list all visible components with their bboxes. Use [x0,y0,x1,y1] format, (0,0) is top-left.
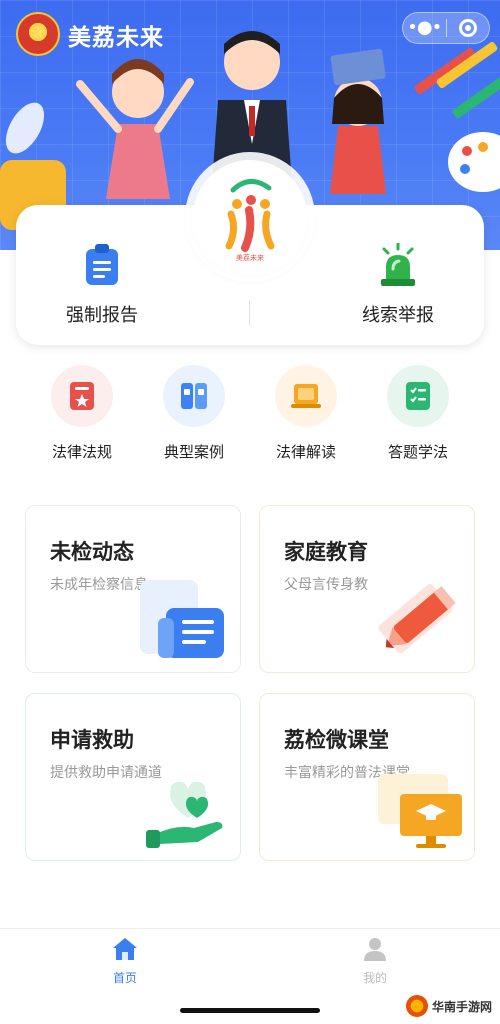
heart-hand-icon [146,781,223,848]
quick-link-label: 答题学法 [387,443,448,461]
tab-home-label: 首页 [112,971,137,985]
feather-decoration [0,96,52,160]
watermark-logo-icon [405,995,428,1017]
card-subtitle: 父母言传身教 [284,577,368,593]
home-icon [113,938,137,960]
pencil-icon [378,583,456,654]
logo-caption: 美荔未来 [236,253,264,262]
more-dots-icon[interactable]: •●• [403,14,446,42]
national-emblem-logo [16,12,60,56]
classroom-icon [378,774,462,848]
quick-link-label: 法律法规 [51,443,112,461]
card-family-education[interactable]: 家庭教育 父母言传身教 [259,505,475,673]
mandatory-report-button[interactable]: 强制报告 [22,243,182,327]
reading-icon [275,365,337,427]
law-book-icon [51,365,113,427]
mini-program-capsule: •●• [402,12,490,44]
card-title: 荔检微课堂 [284,728,389,752]
quick-link-interpretation[interactable]: 法律解读 [246,365,366,462]
quick-link-label: 法律解读 [275,443,336,461]
close-circle-icon[interactable] [447,19,490,37]
card-subtitle: 未成年检察信息 [50,577,148,593]
news-icon [140,580,224,658]
quick-link-label: 典型案例 [163,443,224,461]
user-icon [364,938,386,961]
watermark-text: 华南手游网 [431,999,492,1014]
clipboard-icon [86,244,118,285]
card-apply-for-aid[interactable]: 申请救助 提供救助申请通道 [25,693,241,861]
home-indicator[interactable] [180,1008,320,1013]
site-watermark: 华南手游网 [405,995,492,1017]
action-divider [249,300,250,326]
card-micro-classroom[interactable]: 荔检微课堂 丰富精彩的普法课堂 [259,693,475,861]
mandatory-report-label: 强制报告 [66,305,138,326]
card-title: 家庭教育 [284,540,368,564]
app-title: 美荔未来 [68,25,164,51]
clue-report-button[interactable]: 线索举报 [318,241,478,327]
card-title: 未检动态 [50,540,134,564]
palette-decoration [448,132,500,192]
quiz-icon [387,365,449,427]
siren-icon [381,241,415,286]
pencil-decoration [451,70,500,120]
tab-home[interactable]: 首页 [85,937,165,986]
meili-future-logo: 美荔未来 [193,160,307,274]
clue-report-label: 线索举报 [362,305,434,326]
quick-link-quiz[interactable]: 答题学法 [358,365,478,462]
logo-figures-icon: 美荔未来 [225,179,275,262]
tab-mine[interactable]: 我的 [335,937,415,986]
case-folder-icon [163,365,225,427]
tab-mine-label: 我的 [362,971,387,985]
quick-link-laws[interactable]: 法律法规 [22,365,142,462]
card-minor-prosecution-news[interactable]: 未检动态 未成年检察信息 [25,505,241,673]
card-title: 申请救助 [50,728,134,752]
quick-link-cases[interactable]: 典型案例 [134,365,254,462]
